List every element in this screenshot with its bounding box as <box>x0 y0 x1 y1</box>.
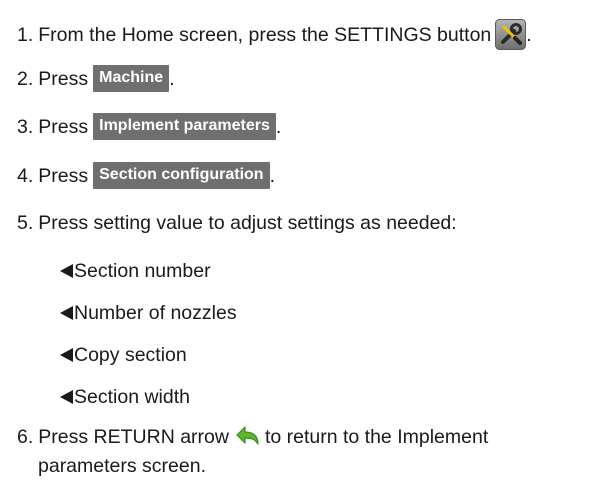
step-text: Press <box>38 115 89 138</box>
step-number: 4. <box>17 164 34 187</box>
settings-tools-icon <box>495 19 527 50</box>
step-3: 3. Press Implement parameters . <box>17 113 281 140</box>
list-item-label: Copy section <box>74 344 187 366</box>
step-number: 5. <box>17 212 34 234</box>
return-arrow-icon <box>233 424 261 450</box>
step-period: . <box>526 23 532 46</box>
step-text: Press <box>38 67 89 90</box>
step-text: Press <box>38 164 89 187</box>
step-period: . <box>275 115 282 138</box>
left-triangle-icon <box>60 348 73 362</box>
step-number: 1. <box>17 23 34 46</box>
instruction-document: 1. From the Home screen, press the SETTI… <box>0 0 603 486</box>
left-triangle-icon <box>60 390 73 404</box>
step-1: 1. From the Home screen, press the SETTI… <box>17 19 532 50</box>
step-period: . <box>169 67 175 90</box>
section-configuration-button[interactable]: Section configuration <box>93 162 270 189</box>
step-text: From the Home screen, press the SETTINGS… <box>38 23 492 46</box>
step-2: 2. Press Machine . <box>17 65 175 92</box>
machine-button[interactable]: Machine <box>93 65 170 92</box>
list-item-label: Section number <box>74 260 211 282</box>
step-text-continued: to return to the Implement <box>264 426 489 448</box>
step-period: . <box>269 164 275 187</box>
list-item-label: Section width <box>74 386 190 408</box>
list-item: Copy section <box>60 342 187 368</box>
implement-parameters-button[interactable]: Implement parameters <box>93 113 276 140</box>
step-number: 6. <box>17 426 34 448</box>
step-4: 4. Press Section configuration . <box>17 162 275 189</box>
step-text: Press RETURN arrow <box>38 426 229 448</box>
step-number: 2. <box>17 67 34 90</box>
step-number: 3. <box>17 115 34 138</box>
step-text: Press setting value to adjust settings a… <box>38 212 457 234</box>
left-triangle-icon <box>60 264 73 278</box>
left-triangle-icon <box>60 306 73 320</box>
list-item: Section width <box>60 384 190 410</box>
step-5: 5. Press setting value to adjust setting… <box>17 210 457 236</box>
step-6: 6. Press RETURN arrow to return to the I… <box>17 424 488 450</box>
list-item: Section number <box>60 258 211 284</box>
list-item-label: Number of nozzles <box>74 302 237 324</box>
step-text-wrap: parameters screen. <box>38 455 206 477</box>
step-6-continuation: parameters screen. <box>38 453 206 479</box>
list-item: Number of nozzles <box>60 300 237 326</box>
